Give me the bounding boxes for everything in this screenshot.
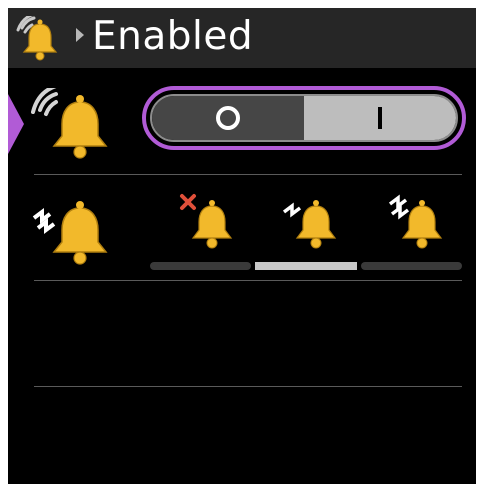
screen: Enabled bbox=[8, 8, 476, 484]
header-bar: Enabled bbox=[8, 8, 476, 68]
vibration-level-segment bbox=[150, 262, 252, 270]
vibration-option-low[interactable] bbox=[272, 192, 342, 256]
vibration-level-bar[interactable] bbox=[150, 262, 462, 270]
setting-row-vibration[interactable] bbox=[8, 176, 476, 280]
vibration-option-off[interactable] bbox=[168, 192, 238, 256]
on-bar-icon bbox=[378, 107, 382, 129]
bell-ringing-icon bbox=[16, 16, 58, 61]
row-divider bbox=[34, 174, 462, 175]
page-title: Enabled bbox=[92, 14, 254, 59]
bell-vibrate-low-icon bbox=[282, 200, 337, 249]
row-divider bbox=[34, 280, 462, 281]
vibration-option-high[interactable] bbox=[378, 192, 448, 256]
bell-vibrate-high-icon bbox=[388, 194, 443, 249]
toggle-track bbox=[150, 94, 458, 142]
vibration-level-segment-selected bbox=[255, 262, 357, 270]
sound-toggle[interactable] bbox=[142, 86, 466, 150]
breadcrumb-caret-icon bbox=[76, 28, 84, 42]
bell-vibrate-icon bbox=[32, 201, 108, 265]
setting-row-empty bbox=[8, 388, 476, 484]
vibration-level-segment bbox=[360, 262, 462, 270]
setting-row-empty bbox=[8, 282, 476, 386]
toggle-on-option[interactable] bbox=[304, 96, 456, 140]
bell-vibrate-off-icon bbox=[180, 194, 233, 249]
off-circle-icon bbox=[216, 106, 240, 130]
setting-row-sound[interactable] bbox=[8, 70, 476, 174]
bell-ringing-icon bbox=[31, 88, 108, 159]
row-divider bbox=[34, 386, 462, 387]
focus-indicator-icon bbox=[8, 94, 24, 154]
toggle-off-option[interactable] bbox=[152, 96, 304, 140]
